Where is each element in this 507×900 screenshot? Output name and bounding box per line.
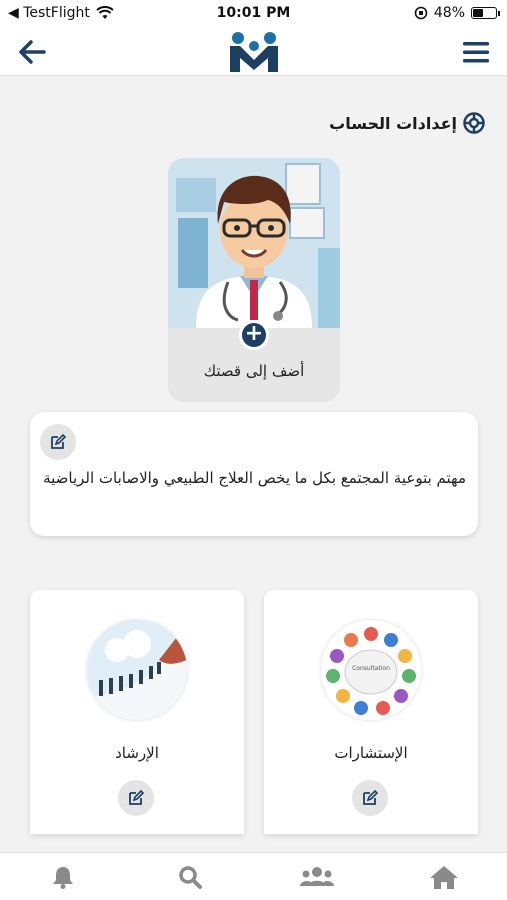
orientation-lock-icon (414, 6, 428, 20)
search-icon (179, 865, 203, 889)
home-icon (429, 865, 458, 889)
add-story-button[interactable]: + (239, 320, 269, 350)
edit-guidance-button[interactable] (118, 780, 154, 816)
add-story-label: أضف إلى قصتك (203, 362, 305, 380)
hikers-image (87, 620, 187, 720)
consultations-image: Consultation (321, 620, 421, 720)
edit-bio-button[interactable] (40, 424, 76, 460)
settings-wheel-icon (463, 112, 485, 134)
meeting-table-image: Consultation (321, 620, 421, 720)
group-icon (299, 866, 334, 886)
bell-icon (53, 866, 74, 889)
bio-card: مهتم بتوعية المجتمع بكل ما يخص العلاج ال… (30, 412, 478, 536)
account-settings-title: إعدادات الحساب (329, 112, 485, 134)
service-card-consultations[interactable]: Consultation الإستشارات (264, 590, 478, 834)
arrow-left-icon (19, 40, 46, 64)
battery-icon (471, 7, 500, 19)
nav-home[interactable] (380, 853, 507, 900)
service-label-guidance: الإرشاد (115, 744, 159, 762)
edit-consultations-button[interactable] (352, 780, 388, 816)
edit-icon (363, 789, 379, 805)
nav-community[interactable] (254, 853, 381, 900)
app-header (0, 28, 507, 76)
bio-text: مهتم بتوعية المجتمع بكل ما يخص العلاج ال… (43, 469, 466, 487)
section-title-text: إعدادات الحساب (329, 113, 457, 133)
nav-search[interactable] (127, 853, 254, 900)
battery-percent: 48% (433, 5, 465, 21)
service-card-guidance[interactable]: الإرشاد (30, 590, 244, 834)
status-bar: ◀ TestFlight 10:01 PM 48% (0, 0, 507, 28)
service-label-consultations: الإستشارات (334, 744, 408, 762)
menu-button[interactable] (457, 36, 493, 68)
edit-icon (51, 433, 67, 449)
nav-notifications[interactable] (0, 853, 127, 900)
doctor-avatar (168, 158, 340, 328)
back-button[interactable] (14, 36, 50, 68)
hamburger-menu-icon (463, 42, 489, 63)
consultation-badge-text: Consultation (352, 665, 390, 672)
logo-icon (230, 32, 278, 72)
status-right: 48% (414, 5, 500, 21)
bottom-nav (0, 852, 507, 900)
guidance-image (87, 620, 187, 720)
edit-icon (129, 789, 145, 805)
